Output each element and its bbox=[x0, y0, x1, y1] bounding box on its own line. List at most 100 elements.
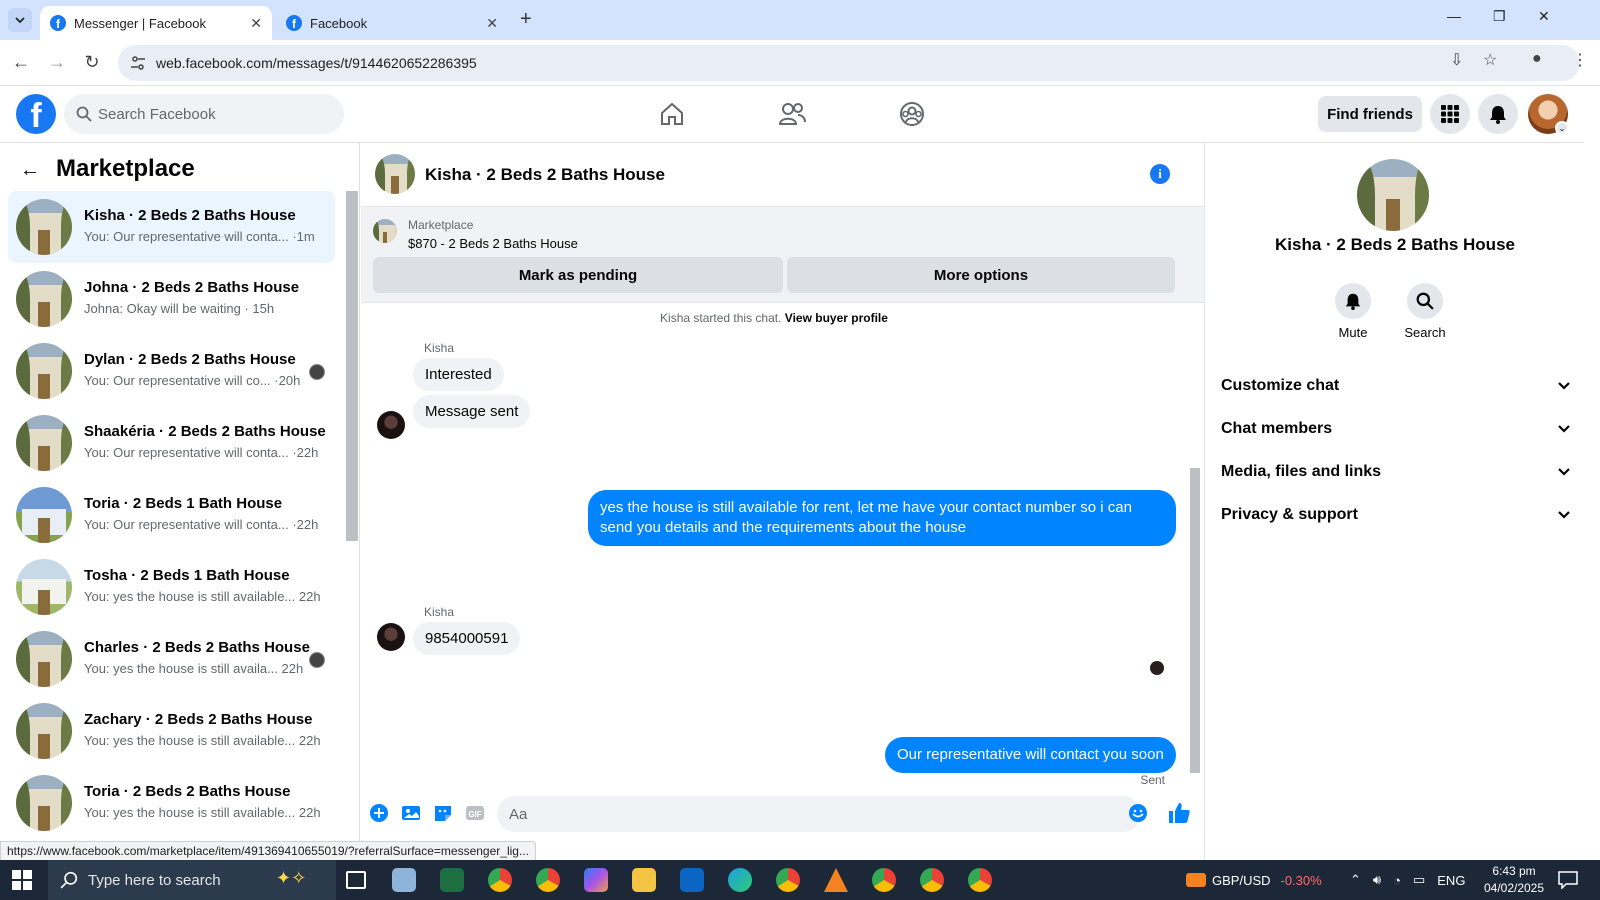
copilot-icon[interactable] bbox=[584, 868, 608, 892]
photo-icon[interactable] bbox=[401, 803, 421, 823]
install-app-icon[interactable]: ⇩ bbox=[1450, 50, 1463, 70]
new-tab-button[interactable]: + bbox=[520, 8, 532, 30]
sticker-icon[interactable] bbox=[433, 803, 453, 823]
conversation-item[interactable]: Zachary · 2 Beds 2 Baths House You: yes t… bbox=[8, 695, 335, 767]
tab-facebook[interactable]: f Facebook ✕ bbox=[276, 6, 508, 40]
site-info-icon[interactable] bbox=[130, 55, 146, 71]
gif-icon[interactable]: GIF bbox=[465, 803, 485, 823]
info-icon[interactable]: i bbox=[1150, 164, 1170, 184]
minimize-button[interactable]: — bbox=[1447, 8, 1461, 24]
task-view-icon[interactable] bbox=[346, 871, 366, 889]
seen-avatar bbox=[309, 364, 325, 380]
chat-members-section[interactable]: Chat members bbox=[1221, 409, 1571, 449]
taskbar-search[interactable]: Type here to search ✦✧ bbox=[48, 860, 336, 900]
menu-dots-icon[interactable]: ⋮ bbox=[1572, 50, 1588, 70]
chat-avatar[interactable] bbox=[375, 154, 415, 194]
conversation-item[interactable]: Toria · 2 Beds 1 Bath House You: Our repr… bbox=[8, 479, 335, 551]
file-explorer-icon[interactable] bbox=[632, 868, 656, 892]
groups-nav[interactable] bbox=[896, 98, 928, 130]
conversation-name: Kisha · 2 Beds 2 Baths House bbox=[84, 207, 296, 224]
search-placeholder: Search Facebook bbox=[98, 105, 216, 123]
search-icon bbox=[1416, 292, 1434, 310]
thumbs-up-icon[interactable] bbox=[1167, 801, 1191, 825]
clock[interactable]: 6:43 pm 04/02/2025 bbox=[1474, 863, 1554, 897]
outgoing-message[interactable]: yes the house is still available for ren… bbox=[588, 490, 1176, 546]
mark-as-pending-button[interactable]: Mark as pending bbox=[373, 257, 783, 293]
app-icon[interactable] bbox=[392, 868, 416, 892]
conversation-item[interactable]: Toria · 2 Beds 2 Baths House You: yes the… bbox=[8, 767, 335, 839]
listing-title[interactable]: $870 - 2 Beds 2 Baths House bbox=[408, 236, 578, 251]
more-options-button[interactable]: More options bbox=[787, 257, 1175, 293]
ticker-widget[interactable]: GBP/USD -0.30% bbox=[1186, 860, 1322, 900]
sidebar-scrollbar[interactable] bbox=[346, 191, 358, 541]
plus-circle-icon[interactable] bbox=[369, 803, 389, 823]
conversation-item[interactable]: Kisha · 2 Beds 2 Baths House You: Our rep… bbox=[8, 191, 335, 263]
incoming-message[interactable]: Interested bbox=[413, 358, 504, 391]
contact-avatar[interactable] bbox=[1357, 159, 1429, 231]
chat-scrollbar[interactable] bbox=[1187, 303, 1203, 795]
close-window-button[interactable]: ✕ bbox=[1538, 8, 1550, 25]
outlook-icon[interactable] bbox=[680, 868, 704, 892]
find-friends-button[interactable]: Find friends bbox=[1318, 96, 1422, 132]
chrome-icon[interactable] bbox=[968, 868, 992, 892]
incoming-message[interactable]: 9854000591 bbox=[413, 622, 521, 655]
page-scrollbar[interactable] bbox=[1584, 86, 1600, 860]
back-arrow-icon[interactable]: ← bbox=[20, 159, 40, 182]
friends-nav[interactable] bbox=[776, 98, 808, 130]
battery-icon[interactable]: ▭ bbox=[1413, 872, 1425, 888]
edge-icon[interactable] bbox=[728, 868, 752, 892]
chrome-icon[interactable] bbox=[776, 868, 800, 892]
notifications-button[interactable] bbox=[1478, 94, 1518, 134]
vlc-icon[interactable] bbox=[824, 868, 848, 892]
sender-avatar[interactable] bbox=[377, 411, 405, 439]
restore-button[interactable]: ❐ bbox=[1493, 8, 1506, 25]
message-input[interactable] bbox=[497, 796, 1141, 832]
account-chevron-icon[interactable]: ⌄ bbox=[1555, 121, 1569, 135]
customize-chat-section[interactable]: Customize chat bbox=[1221, 366, 1571, 406]
facebook-logo[interactable]: f bbox=[16, 94, 56, 134]
chrome-icon[interactable] bbox=[488, 868, 512, 892]
conversation-thumbnail bbox=[16, 415, 72, 471]
tab-messenger[interactable]: f Messenger | Facebook ✕ bbox=[40, 6, 272, 40]
close-tab-icon[interactable]: ✕ bbox=[250, 15, 262, 32]
menu-button[interactable] bbox=[1430, 94, 1470, 134]
bookmark-star-icon[interactable]: ☆ bbox=[1483, 50, 1497, 70]
chat-title[interactable]: Kisha · 2 Beds 2 Baths House bbox=[425, 165, 665, 185]
windows-start-icon[interactable] bbox=[12, 870, 32, 890]
conversation-item[interactable]: Shaakéria · 2 Beds 2 Baths House You: Our… bbox=[8, 407, 335, 479]
conversation-item[interactable]: Dylan · 2 Beds 2 Baths House You: Our rep… bbox=[8, 335, 335, 407]
url-bar[interactable]: web.facebook.com/messages/t/914462065228… bbox=[118, 45, 1580, 81]
forward-button[interactable]: → bbox=[46, 52, 68, 73]
incoming-message[interactable]: Message sent bbox=[413, 395, 531, 428]
wifi-icon[interactable]: ◔ bbox=[1393, 873, 1401, 888]
reload-button[interactable]: ↻ bbox=[81, 52, 103, 73]
conversation-item[interactable]: Charles · 2 Beds 2 Baths House You: yes t… bbox=[8, 623, 335, 695]
back-button[interactable]: ← bbox=[10, 52, 32, 73]
system-tray[interactable]: ⌃ 🔊︎ ◔ ▭ ENG bbox=[1350, 860, 1465, 900]
emoji-icon[interactable] bbox=[1128, 803, 1148, 823]
chat-scroll-thumb[interactable] bbox=[1190, 468, 1200, 773]
home-nav[interactable] bbox=[656, 98, 688, 130]
chrome-icon[interactable] bbox=[536, 868, 560, 892]
excel-icon[interactable] bbox=[440, 868, 464, 892]
sender-avatar[interactable] bbox=[377, 623, 405, 651]
facebook-search-input[interactable]: Search Facebook bbox=[64, 94, 344, 134]
search-in-conversation-button[interactable]: Search bbox=[1395, 283, 1455, 340]
volume-icon[interactable]: 🔊︎ bbox=[1373, 872, 1381, 888]
chevron-up-icon[interactable]: ⌃ bbox=[1350, 872, 1361, 888]
notification-center-icon[interactable] bbox=[1558, 871, 1578, 889]
mute-button[interactable]: Mute bbox=[1323, 283, 1383, 340]
profile-icon[interactable]: ● bbox=[1532, 50, 1542, 68]
privacy-support-section[interactable]: Privacy & support bbox=[1221, 495, 1571, 535]
language-indicator[interactable]: ENG bbox=[1437, 873, 1465, 888]
view-buyer-profile-link[interactable]: View buyer profile bbox=[785, 311, 888, 325]
close-tab-icon[interactable]: ✕ bbox=[486, 15, 498, 32]
outgoing-message[interactable]: Our representative will contact you soon bbox=[885, 737, 1176, 773]
chrome-icon[interactable] bbox=[920, 868, 944, 892]
conversation-item[interactable]: Johna · 2 Beds 2 Baths House Johna: Okay … bbox=[8, 263, 335, 335]
conversation-item[interactable]: Tosha · 2 Beds 1 Bath House You: yes the … bbox=[8, 551, 335, 623]
chrome-icon[interactable] bbox=[872, 868, 896, 892]
tab-search-button[interactable] bbox=[8, 8, 32, 32]
media-files-links-section[interactable]: Media, files and links bbox=[1221, 452, 1571, 492]
listing-thumbnail[interactable] bbox=[373, 219, 397, 243]
